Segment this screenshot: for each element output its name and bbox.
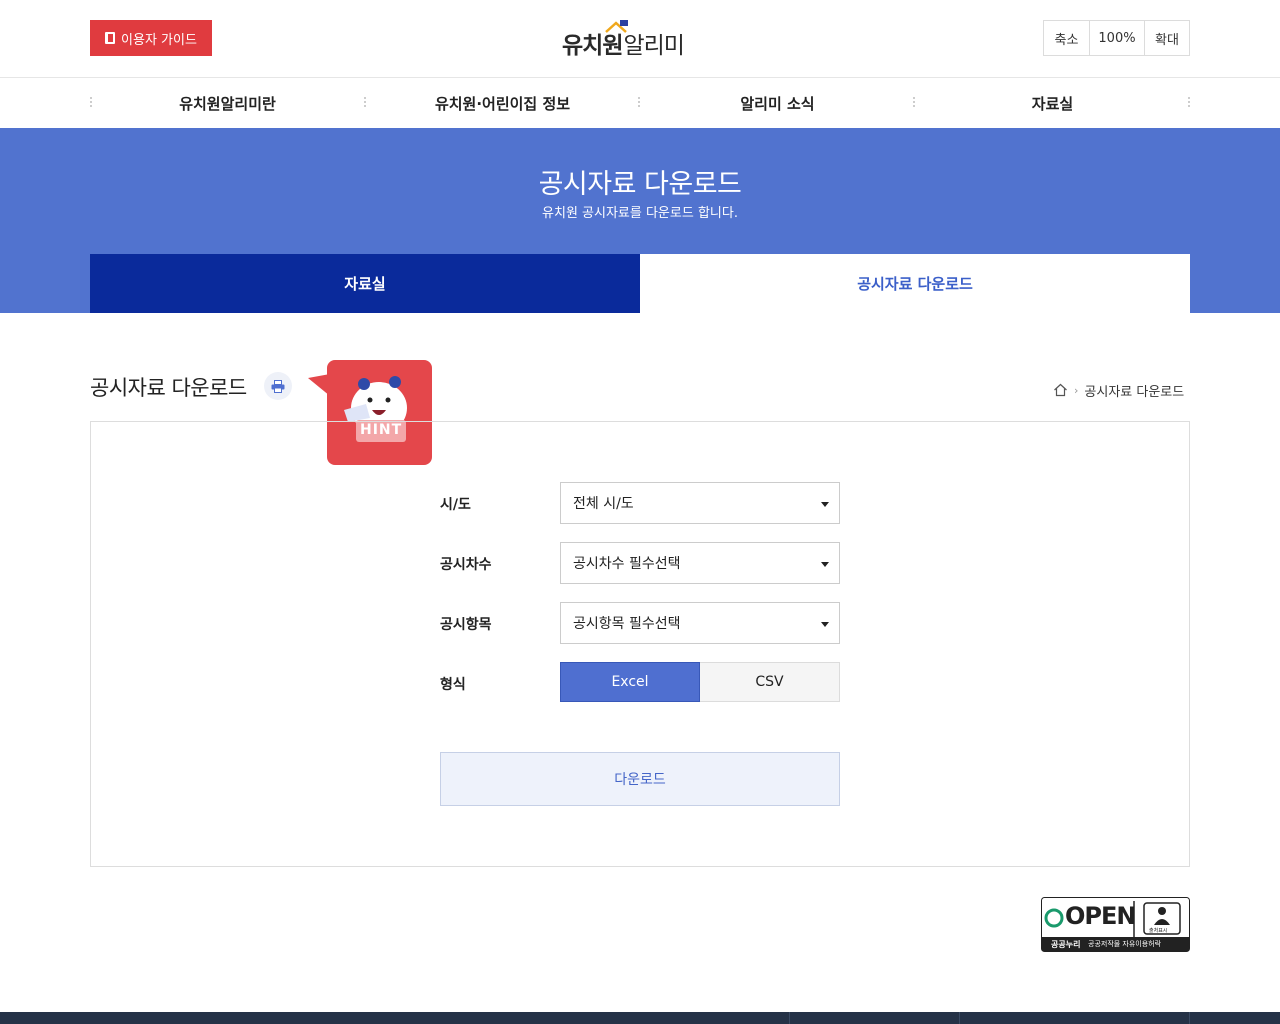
caret-down-icon xyxy=(821,502,829,507)
format-csv-button[interactable]: CSV xyxy=(700,662,840,702)
user-guide-label: 이용자 가이드 xyxy=(121,32,197,48)
nav-item-news[interactable]: 알리미 소식 xyxy=(640,78,915,128)
nav-item-kindergarten-info[interactable]: 유치원·어린이집 정보 xyxy=(365,78,640,128)
open-badge-sub2: 공공저작물 자유이용허락 xyxy=(1088,940,1162,948)
user-guide-button[interactable]: 이용자 가이드 xyxy=(90,20,212,56)
format-excel-button[interactable]: Excel xyxy=(560,662,700,702)
open-badge-mark-label: 출처표시 xyxy=(1149,928,1168,934)
nav-divider xyxy=(1188,96,1190,108)
region-select[interactable]: 전체 시/도 xyxy=(560,482,840,524)
section-tabs: 자료실 공시자료 다운로드 xyxy=(90,254,1190,313)
caret-down-icon xyxy=(821,622,829,627)
house-roof-icon xyxy=(605,20,628,33)
book-icon xyxy=(105,32,116,44)
breadcrumb: › 공시자료 다운로드 xyxy=(1053,380,1184,400)
breadcrumb-current[interactable]: 공시자료 다운로드 xyxy=(1084,381,1184,400)
page-title: 공시자료 다운로드 xyxy=(90,376,247,400)
disclosure-item-label: 공시항목 xyxy=(440,617,492,633)
disclosure-item-select-value: 공시항목 필수선택 xyxy=(573,616,681,632)
footer-divider xyxy=(959,1012,960,1024)
tab-disclosure-download[interactable]: 공시자료 다운로드 xyxy=(640,254,1190,313)
download-button[interactable]: 다운로드 xyxy=(440,752,840,806)
tab-resources[interactable]: 자료실 xyxy=(90,254,640,313)
site-footer xyxy=(0,1012,1280,1024)
printer-icon xyxy=(271,379,285,393)
open-badge-text: OPEN xyxy=(1065,902,1136,930)
nav-item-resources[interactable]: 자료실 xyxy=(915,78,1190,128)
main-navigation: 유치원알리미란 유치원·어린이집 정보 알리미 소식 자료실 xyxy=(90,78,1190,128)
chevron-right-icon: › xyxy=(1074,383,1079,397)
format-toggle: Excel CSV xyxy=(560,662,840,702)
site-logo[interactable]: 유치원 알리미 xyxy=(562,20,685,60)
caret-down-icon xyxy=(821,562,829,567)
zoom-in-button[interactable]: 확대 xyxy=(1145,21,1189,55)
banner-subtitle: 유치원 공시자료를 다운로드 합니다. xyxy=(542,206,738,221)
footer-divider xyxy=(789,1012,790,1024)
nav-item-about[interactable]: 유치원알리미란 xyxy=(90,78,365,128)
kogl-open-license-badge: OPEN 출처표시 공공누리 공공저작물 자유이용허락 xyxy=(1041,897,1190,952)
disclosure-round-label: 공시차수 xyxy=(440,557,492,573)
footer-divider xyxy=(1189,1012,1190,1024)
zoom-reset-button[interactable]: 100% xyxy=(1090,21,1145,55)
region-select-value: 전체 시/도 xyxy=(573,496,634,512)
disclosure-item-select[interactable]: 공시항목 필수선택 xyxy=(560,602,840,644)
banner-title: 공시자료 다운로드 xyxy=(538,169,742,200)
zoom-controls: 축소 100% 확대 xyxy=(1043,20,1190,56)
zoom-out-button[interactable]: 축소 xyxy=(1044,21,1090,55)
open-badge-sub1: 공공누리 xyxy=(1051,940,1081,949)
home-icon[interactable] xyxy=(1053,383,1068,397)
region-label: 시/도 xyxy=(440,497,471,513)
site-header: 이용자 가이드 유치원 알리미 축소 100% 확대 xyxy=(0,0,1280,78)
print-button[interactable] xyxy=(264,372,292,400)
disclosure-round-select-value: 공시차수 필수선택 xyxy=(573,556,681,572)
format-label: 형식 xyxy=(440,677,466,693)
disclosure-round-select[interactable]: 공시차수 필수선택 xyxy=(560,542,840,584)
